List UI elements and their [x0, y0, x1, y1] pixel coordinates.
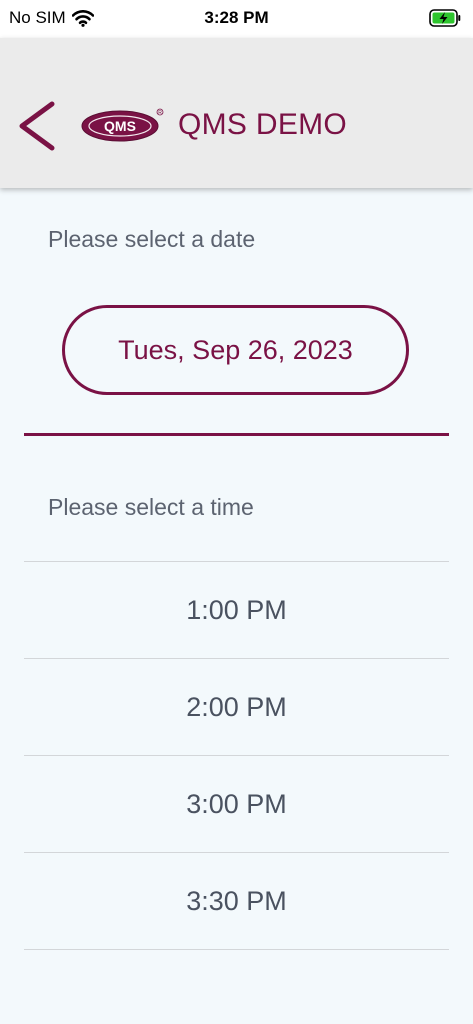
time-slot-list: 1:00 PM 2:00 PM 3:00 PM 3:30 PM	[24, 561, 449, 950]
status-time: 3:28 PM	[204, 8, 269, 27]
svg-text:R: R	[158, 110, 162, 116]
time-slot-4[interactable]: 3:30 PM	[24, 853, 449, 950]
battery-group	[429, 9, 461, 32]
battery-charging-icon	[429, 9, 461, 27]
status-bar: No SIM 3:28 PM	[0, 0, 473, 38]
chevron-left-icon	[19, 101, 55, 151]
time-slot-1[interactable]: 1:00 PM	[24, 562, 449, 659]
date-section-label: Please select a date	[48, 226, 256, 252]
app-title: QMS DEMO	[178, 108, 348, 141]
time-slot-2[interactable]: 2:00 PM	[24, 659, 449, 756]
section-divider	[24, 433, 449, 436]
time-section-label: Please select a time	[48, 494, 254, 520]
logo-text: QMS	[104, 118, 136, 134]
date-picker-button[interactable]: Tues, Sep 26, 2023	[62, 305, 409, 395]
time-slot-3[interactable]: 3:00 PM	[24, 756, 449, 853]
back-button[interactable]	[14, 98, 58, 154]
navigation-header: QMS R QMS DEMO	[0, 38, 473, 188]
qms-logo: QMS R	[80, 106, 166, 146]
